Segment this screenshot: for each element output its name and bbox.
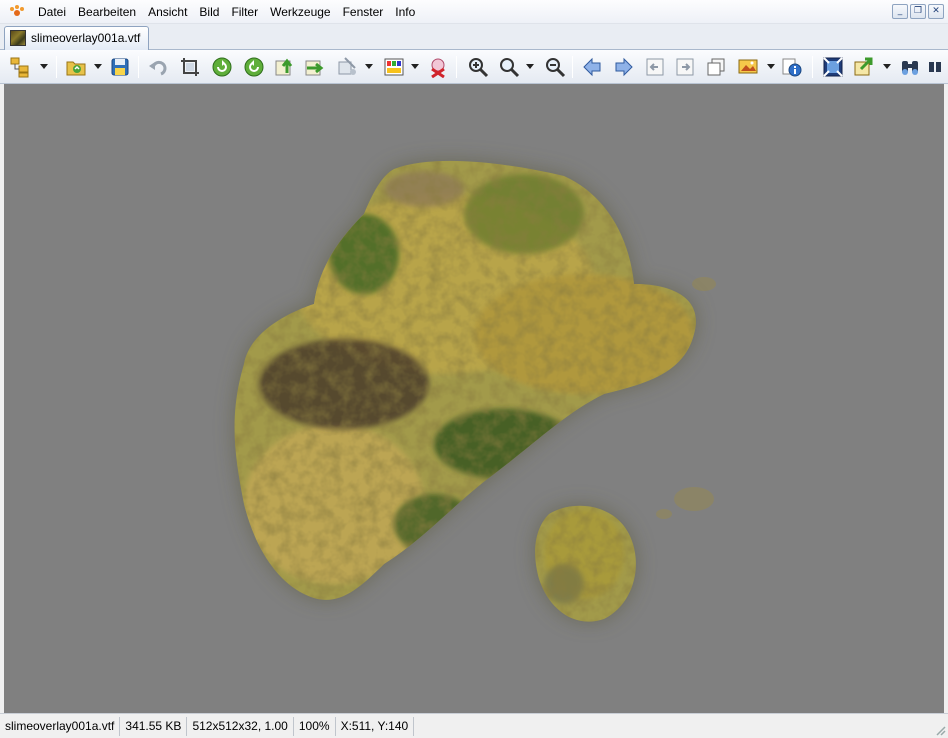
slime-texture-image — [234, 160, 716, 622]
last-page-icon[interactable] — [673, 55, 697, 79]
image-canvas[interactable] — [4, 84, 944, 713]
mdi-window-controls: _ ❐ ✕ — [892, 4, 944, 19]
menu-datei[interactable]: Datei — [32, 0, 72, 24]
fullscreen-icon[interactable] — [821, 55, 845, 79]
save-icon[interactable] — [108, 55, 132, 79]
toolbar-separator — [812, 56, 813, 78]
menu-werkzeuge[interactable]: Werkzeuge — [264, 0, 336, 24]
toolbar-separator — [456, 56, 457, 78]
status-filename: slimeoverlay001a.vtf — [0, 716, 121, 736]
menu-filter[interactable]: Filter — [225, 0, 264, 24]
crop-icon[interactable] — [178, 55, 202, 79]
status-cursor-position: X:511, Y:140 — [336, 716, 415, 736]
browser-icon[interactable] — [8, 55, 32, 79]
export-icon[interactable] — [852, 55, 876, 79]
resize-grip-icon[interactable] — [934, 724, 946, 736]
rotate-right-icon[interactable] — [242, 55, 266, 79]
toolbar — [0, 50, 948, 84]
tab-document[interactable]: slimeoverlay001a.vtf — [4, 26, 150, 50]
colors-icon[interactable] — [382, 55, 406, 79]
slideshow-dropdown-icon[interactable] — [767, 64, 775, 70]
toolbar-separator — [56, 56, 57, 78]
info-icon[interactable] — [780, 55, 804, 79]
previous-icon[interactable] — [581, 55, 605, 79]
status-zoom: 100% — [294, 716, 336, 736]
menu-info[interactable]: Info — [389, 0, 421, 24]
menu-bar: Datei Bearbeiten Ansicht Bild Filter Wer… — [0, 0, 948, 24]
next-icon[interactable] — [611, 55, 635, 79]
flip-vertical-icon[interactable] — [272, 55, 296, 79]
zoom-out-icon[interactable] — [543, 55, 567, 79]
status-bar: slimeoverlay001a.vtf 341.55 KB 512x512x3… — [0, 713, 948, 738]
browser-dropdown-icon[interactable] — [40, 64, 48, 70]
zoom-icon[interactable] — [497, 55, 521, 79]
flip-horizontal-icon[interactable] — [302, 55, 326, 79]
copy-icon[interactable] — [704, 55, 728, 79]
effects-icon[interactable] — [334, 55, 358, 79]
colors-dropdown-icon[interactable] — [411, 64, 419, 70]
minimize-button[interactable]: _ — [892, 4, 908, 19]
zoom-in-icon[interactable] — [466, 55, 490, 79]
export-dropdown-icon[interactable] — [883, 64, 891, 70]
menu-ansicht[interactable]: Ansicht — [142, 0, 193, 24]
menu-bearbeiten[interactable]: Bearbeiten — [72, 0, 142, 24]
menu-bild[interactable]: Bild — [193, 0, 225, 24]
toolbar-separator — [572, 56, 573, 78]
status-filesize: 341.55 KB — [120, 716, 188, 736]
close-button[interactable]: ✕ — [928, 4, 944, 19]
status-dimensions: 512x512x32, 1.00 — [187, 716, 294, 736]
slideshow-icon[interactable] — [736, 55, 760, 79]
document-tab-strip: slimeoverlay001a.vtf — [0, 24, 948, 50]
search-icon[interactable] — [898, 55, 922, 79]
app-logo-icon[interactable] — [8, 3, 26, 21]
toolbar-separator — [138, 56, 139, 78]
menu-fenster[interactable]: Fenster — [337, 0, 390, 24]
delete-icon[interactable] — [426, 55, 450, 79]
rotate-left-icon[interactable] — [210, 55, 234, 79]
open-dropdown-icon[interactable] — [94, 64, 102, 70]
first-page-icon[interactable] — [643, 55, 667, 79]
restore-button[interactable]: ❐ — [910, 4, 926, 19]
effects-dropdown-icon[interactable] — [365, 64, 373, 70]
zoom-dropdown-icon[interactable] — [526, 64, 534, 70]
undo-icon[interactable] — [146, 55, 170, 79]
toolbar-overflow-icon[interactable] — [926, 55, 944, 79]
open-icon[interactable] — [64, 55, 88, 79]
image-thumbnail-icon — [10, 30, 26, 46]
tab-label: slimeoverlay001a.vtf — [31, 31, 141, 45]
